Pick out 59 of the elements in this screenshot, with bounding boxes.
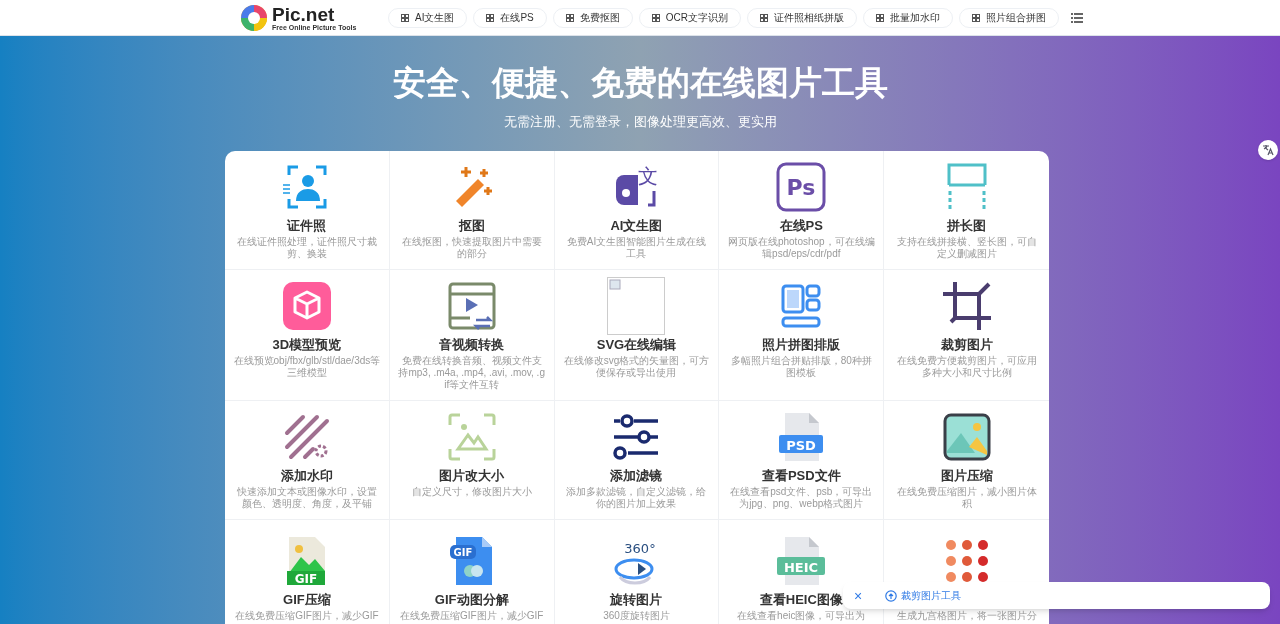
hero-title: 安全、便捷、免费的在线图片工具 — [392, 64, 888, 102]
logo-text[interactable]: Pic.net — [272, 4, 357, 24]
logo-icon — [240, 3, 268, 32]
tool-description: 在线修改svg格式的矢量图，可方便保存或导出使用 — [562, 354, 711, 379]
tool-title[interactable]: SVG在线编辑 — [596, 336, 677, 353]
grid-icon — [760, 13, 769, 22]
grid-icon — [486, 13, 495, 22]
tool-title[interactable]: 查看HEIC图像 — [759, 591, 843, 608]
tool-title[interactable]: 图片压缩 — [940, 467, 993, 484]
tool-description: 在线免费压缩GIF图片，减少GIF — [235, 609, 379, 622]
tool-title[interactable]: 旋转图片 — [610, 591, 663, 608]
tool-description: 免费AI文生图智能图片生成在线工具 — [565, 235, 708, 260]
translate-button[interactable] — [1258, 140, 1278, 160]
tool-title[interactable]: 音视频转换 — [439, 336, 505, 353]
crop-tool-link[interactable]: 裁剪图片工具 — [901, 588, 961, 603]
tool-title[interactable]: 图片改大小 — [439, 467, 505, 484]
upload-icon — [885, 589, 897, 602]
tool-title[interactable]: 抠图 — [458, 217, 485, 234]
grid-icon — [651, 13, 660, 22]
tool-description: 在线免费方便裁剪图片，可应用多种大小和尺寸比例 — [895, 354, 1038, 379]
tool-title[interactable]: 裁剪图片 — [940, 336, 993, 353]
tool-title[interactable]: 照片拼图排版 — [762, 336, 841, 353]
tool-description: 自定义尺寸，修改图片大小 — [411, 485, 532, 498]
tool-description: 360度旋转图片 — [603, 609, 670, 622]
tool-description: 快速添加文本或图像水印，设置颜色、透明度、角度，及平铺 — [235, 485, 378, 510]
hero-subtitle: 无需注册、无需登录，图像处理更高效、更实用 — [503, 113, 777, 131]
tool-title[interactable]: 在线PS — [779, 217, 823, 234]
tool-title[interactable]: 证件照 — [287, 217, 327, 234]
grid-icon — [972, 13, 981, 22]
tool-title[interactable]: 添加水印 — [280, 467, 333, 484]
grid-icon — [401, 13, 409, 22]
tool-description: 支持在线拼接横、竖长图，可自定义删减图片 — [895, 235, 1038, 260]
tool-title[interactable]: GIF动图分解 — [434, 591, 509, 608]
tool-title[interactable]: AI文生图 — [610, 217, 663, 234]
tool-description: 免费在线转换音频、视频文件支持mp3, .m4a, .mp4, .avi, .mov, .gif等文件互转 — [397, 354, 546, 391]
tool-description: 在线免费压缩GIF图片，减少GIF — [400, 609, 544, 622]
tool-description: 多幅照片组合拼贴排版，80种拼图模板 — [729, 354, 873, 379]
tool-description: 在线抠图，快速提取图片中需要的部分 — [400, 235, 543, 260]
cube-icon — [280, 279, 333, 332]
tool-title[interactable]: 3D模型预览 — [272, 336, 342, 353]
crop-icon — [940, 279, 993, 332]
broken-image-icon — [607, 276, 666, 335]
tool-description: 在线查看psd文件、psb，可导出为jpg、png、webp格式图片 — [729, 485, 874, 510]
tool-title[interactable]: GIF压缩 — [283, 591, 331, 608]
tool-description: 在线证件照处理，证件照尺寸裁剪、换装 — [235, 235, 378, 260]
tool-title[interactable]: 查看PSD文件 — [761, 467, 841, 484]
grid-icon — [565, 13, 574, 22]
tool-description: 在线免费压缩图片，减小图片体积 — [895, 485, 1038, 510]
translate-icon — [1262, 144, 1274, 156]
tool-description: 添加多款滤镜，自定义滤镜，给你的图片加上效果 — [565, 485, 708, 510]
tool-description: 网页版在线photoshop，可在线编辑psd/eps/cdr/pdf — [727, 235, 876, 260]
close-button[interactable]: × — [851, 588, 865, 603]
tool-description: 在线查看heic图像，可导出为 — [737, 609, 866, 622]
list-icon[interactable] — [1071, 12, 1084, 23]
tool-title[interactable]: 添加滤镜 — [610, 467, 663, 484]
tool-title[interactable]: 拼长图 — [947, 217, 987, 234]
grid-icon — [876, 13, 885, 22]
ps-icon: Ps — [775, 160, 828, 213]
tool-description: 在线预览obj/fbx/glb/stl/dae/3ds等三维模型 — [233, 354, 381, 379]
